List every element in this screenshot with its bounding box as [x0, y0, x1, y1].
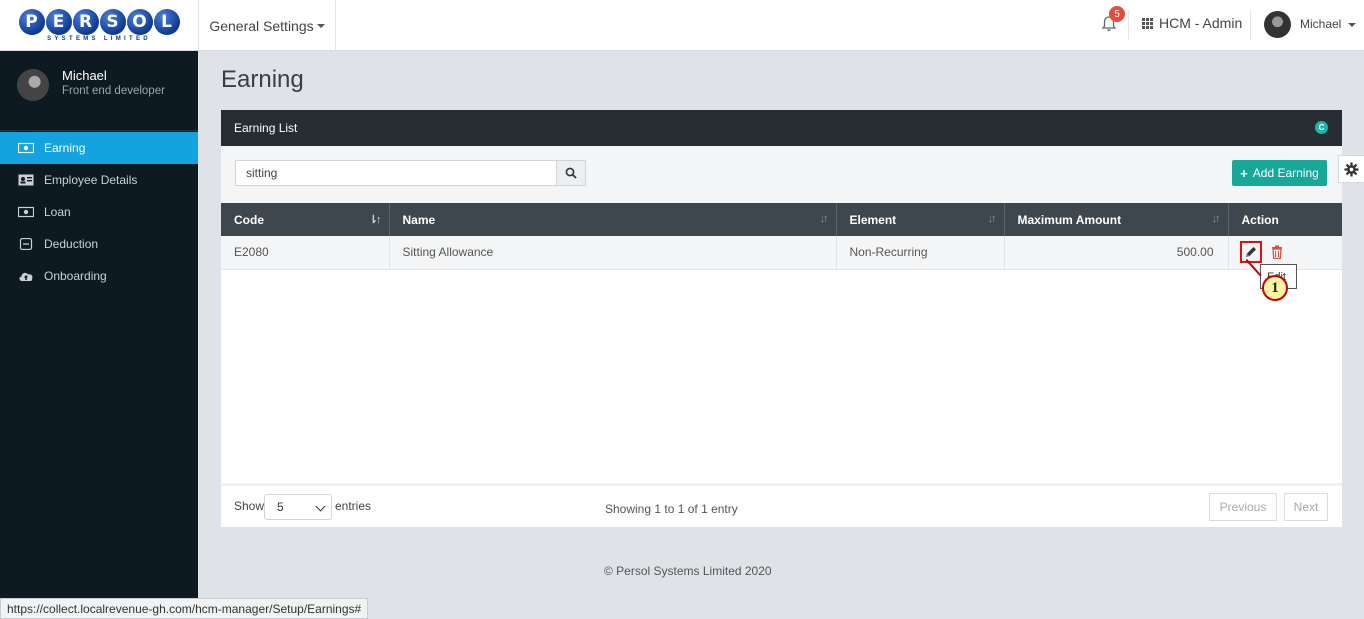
sidebar-divider	[0, 130, 198, 131]
sidebar: Michael Front end developer Earning Empl…	[0, 51, 198, 619]
column-header-label: Element	[849, 212, 897, 227]
logo-letter: S	[99, 9, 126, 35]
page-title: Earning	[221, 66, 304, 93]
app-switcher-label: HCM - Admin	[1159, 15, 1243, 31]
page-footer: © Persol Systems Limited 2020	[604, 564, 772, 578]
cell-element: Non-Recurring	[836, 236, 1005, 270]
top-bar: P E R S O L SYSTEMS LIMITED General Sett…	[0, 0, 1364, 51]
grid-icon	[1142, 17, 1153, 29]
sort-icon: ↓↑	[987, 213, 997, 225]
caret-down-icon	[316, 23, 325, 28]
sidebar-item-label: Loan	[44, 205, 71, 219]
refresh-icon[interactable]: C	[1315, 121, 1328, 134]
column-header-label: Action	[1241, 212, 1279, 227]
table-header-row: Code ⇂↑ Name ↓↑ Element ↓↑ Maximum Amount ↓↑…	[221, 203, 1342, 236]
sidebar-user-role: Front end developer	[62, 85, 165, 97]
cell-name: Sitting Allowance	[389, 236, 837, 270]
column-header-label: Code	[234, 212, 264, 227]
sidebar-item-onboarding[interactable]: Onboarding	[0, 260, 198, 292]
cell-code: E2080	[221, 236, 390, 270]
table-footer: Show 5 entries Showing 1 to 1 of 1 entry…	[221, 483, 1342, 527]
next-button[interactable]: Next	[1284, 493, 1328, 521]
panel-header: Earning List C	[221, 110, 1342, 146]
user-menu-name: Michael	[1300, 17, 1342, 31]
earning-list-panel: Earning List C + Add Earning Code ⇂↑ Name…	[221, 110, 1342, 527]
column-header-element[interactable]: Element ↓↑	[836, 203, 1005, 236]
sidebar-item-label: Onboarding	[44, 269, 107, 283]
show-label: Show	[234, 499, 265, 513]
column-header-label: Name	[402, 212, 436, 227]
general-settings-label: General Settings	[209, 17, 314, 34]
column-header-code[interactable]: Code ⇂↑	[221, 203, 390, 236]
sidebar-item-earning[interactable]: Earning	[0, 132, 198, 164]
earning-table: Code ⇂↑ Name ↓↑ Element ↓↑ Maximum Amount ↓↑…	[221, 203, 1342, 270]
logo-letter: L	[153, 9, 180, 35]
persol-logo[interactable]: P E R S O L SYSTEMS LIMITED	[0, 0, 198, 51]
sort-icon: ↓↑	[1211, 213, 1221, 225]
settings-gear-button[interactable]	[1338, 155, 1364, 183]
minus-square-icon	[19, 238, 33, 250]
sidebar-item-label: Deduction	[44, 237, 99, 251]
add-earning-label: Add Earning	[1252, 166, 1319, 180]
cell-maximum-amount: 500.00	[1004, 236, 1229, 270]
caret-down-icon	[1347, 22, 1356, 27]
logo-subtitle: SYSTEMS LIMITED	[47, 36, 151, 42]
sidebar-item-employee-details[interactable]: Employee Details	[0, 164, 198, 196]
table-toolbar: + Add Earning	[221, 146, 1342, 203]
trash-icon[interactable]	[1271, 245, 1283, 260]
step-marker: 1	[1262, 275, 1288, 301]
logo-letter: E	[45, 9, 72, 35]
column-header-action: Action	[1228, 203, 1342, 236]
header-divider	[1128, 10, 1129, 40]
entries-select[interactable]: 5	[264, 494, 332, 520]
gear-icon	[1344, 161, 1359, 177]
previous-button[interactable]: Previous	[1209, 493, 1277, 521]
column-header-label: Maximum Amount	[1017, 212, 1122, 227]
sort-icon: ⇂↑	[368, 214, 382, 226]
avatar[interactable]	[1264, 11, 1291, 38]
sort-icon: ↓↑	[819, 213, 829, 225]
notification-badge: 5	[1109, 6, 1125, 22]
logo-letter: O	[126, 9, 153, 35]
sidebar-user-name: Michael	[62, 68, 107, 83]
column-header-maximum-amount[interactable]: Maximum Amount ↓↑	[1004, 203, 1229, 236]
sidebar-item-deduction[interactable]: Deduction	[0, 228, 198, 260]
table-info: Showing 1 to 1 of 1 entry	[605, 502, 738, 516]
edit-button[interactable]	[1239, 241, 1262, 264]
plus-icon: +	[1240, 165, 1248, 181]
money-icon	[18, 142, 34, 154]
column-header-name[interactable]: Name ↓↑	[389, 203, 837, 236]
header-divider	[1250, 10, 1251, 40]
add-earning-button[interactable]: + Add Earning	[1232, 160, 1327, 186]
logo-letters: P E R S O L	[18, 9, 180, 35]
cloud-upload-icon	[19, 272, 33, 281]
entries-select-value: 5	[277, 500, 284, 514]
sidebar-item-label: Employee Details	[44, 173, 138, 187]
sidebar-menu: Earning Employee Details Loan Deduction …	[0, 132, 198, 292]
general-settings-dropdown[interactable]: General Settings	[198, 0, 336, 51]
search-input[interactable]	[235, 160, 557, 186]
id-card-icon	[18, 174, 34, 186]
user-menu[interactable]: Michael	[1300, 17, 1356, 31]
search-button[interactable]	[556, 160, 586, 186]
pencil-icon	[1245, 247, 1256, 258]
panel-title: Earning List	[234, 121, 298, 135]
status-bar-url: https://collect.localrevenue-gh.com/hcm-…	[0, 598, 369, 619]
sidebar-item-label: Earning	[44, 141, 86, 155]
entries-label: entries	[335, 499, 372, 513]
sidebar-avatar	[17, 69, 49, 101]
search-icon	[565, 167, 577, 179]
logo-letter: R	[72, 9, 99, 35]
app-switcher[interactable]: HCM - Admin	[1142, 0, 1242, 46]
sidebar-item-loan[interactable]: Loan	[0, 196, 198, 228]
logo-letter: P	[18, 9, 45, 35]
chevron-down-icon	[315, 501, 326, 512]
table-row: E2080 Sitting Allowance Non-Recurring 50…	[221, 236, 1342, 270]
money-icon	[18, 206, 34, 218]
